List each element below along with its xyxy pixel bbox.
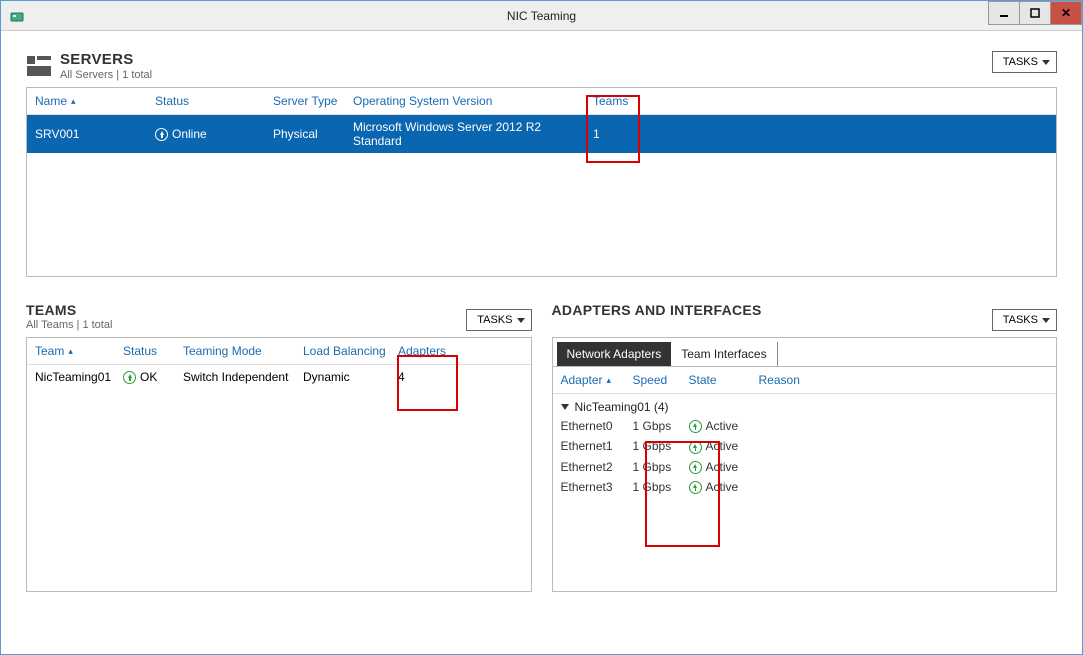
- adapter-speed: 1 Gbps: [633, 439, 689, 453]
- status-active-icon: [689, 420, 702, 433]
- server-row[interactable]: SRV001 Online Physical Microsoft Windows…: [27, 115, 1056, 153]
- adapter-row[interactable]: Ethernet11 GbpsActive: [553, 436, 1057, 456]
- teams-grid: Team Status Teaming Mode Load Balancing …: [26, 337, 532, 592]
- tab-network-adapters[interactable]: Network Adapters: [557, 342, 672, 366]
- close-button[interactable]: ✕: [1050, 1, 1082, 25]
- adapter-state: Active: [689, 419, 759, 433]
- adapter-state: Active: [689, 480, 759, 494]
- collapse-icon: [561, 404, 569, 410]
- server-name: SRV001: [35, 127, 155, 141]
- servers-col-name[interactable]: Name: [35, 94, 155, 108]
- titlebar: NIC Teaming ✕: [1, 1, 1082, 31]
- adapter-speed: 1 Gbps: [633, 419, 689, 433]
- teams-col-lb[interactable]: Load Balancing: [303, 344, 398, 358]
- status-ok-icon: [123, 371, 136, 384]
- adapter-name: Ethernet1: [561, 439, 633, 453]
- tab-team-interfaces[interactable]: Team Interfaces: [671, 342, 777, 366]
- team-status: OK: [123, 370, 183, 384]
- status-up-icon: [155, 128, 168, 141]
- app-icon: [9, 8, 25, 24]
- server-status: Online: [155, 127, 273, 141]
- teams-tasks-button[interactable]: TASKS: [466, 309, 531, 331]
- maximize-button[interactable]: [1019, 1, 1051, 25]
- ai-grid: Network Adapters Team Interfaces Adapter…: [552, 337, 1058, 592]
- team-mode: Switch Independent: [183, 370, 303, 384]
- adapter-row[interactable]: Ethernet21 GbpsActive: [553, 457, 1057, 477]
- teams-col-status[interactable]: Status: [123, 344, 183, 358]
- ai-col-reason[interactable]: Reason: [759, 373, 819, 387]
- server-type: Physical: [273, 127, 353, 141]
- window-title: NIC Teaming: [1, 9, 1082, 23]
- adapter-state: Active: [689, 460, 759, 474]
- status-active-icon: [689, 481, 702, 494]
- servers-col-status[interactable]: Status: [155, 94, 273, 108]
- server-teams: 1: [593, 127, 653, 141]
- ai-title: ADAPTERS AND INTERFACES: [552, 302, 762, 318]
- ai-tasks-button[interactable]: TASKS: [992, 309, 1057, 331]
- servers-col-os[interactable]: Operating System Version: [353, 94, 593, 108]
- team-name: NicTeaming01: [35, 370, 123, 384]
- team-adapters: 4: [398, 370, 458, 384]
- servers-subtitle: All Servers | 1 total: [60, 69, 152, 81]
- adapter-speed: 1 Gbps: [633, 480, 689, 494]
- status-active-icon: [689, 461, 702, 474]
- servers-icon: [26, 53, 52, 79]
- teams-col-adapters[interactable]: Adapters: [398, 344, 458, 358]
- adapter-speed: 1 Gbps: [633, 460, 689, 474]
- servers-col-teams[interactable]: Teams: [593, 94, 653, 108]
- team-row[interactable]: NicTeaming01 OK Switch Independent Dynam…: [27, 365, 531, 389]
- status-active-icon: [689, 441, 702, 454]
- teams-col-team[interactable]: Team: [35, 344, 123, 358]
- servers-tasks-button[interactable]: TASKS: [992, 51, 1057, 73]
- server-os: Microsoft Windows Server 2012 R2 Standar…: [353, 120, 593, 148]
- team-lb: Dynamic: [303, 370, 398, 384]
- ai-col-state[interactable]: State: [689, 373, 759, 387]
- adapter-row[interactable]: Ethernet01 GbpsActive: [553, 416, 1057, 436]
- ai-col-speed[interactable]: Speed: [633, 373, 689, 387]
- teams-col-mode[interactable]: Teaming Mode: [183, 344, 303, 358]
- servers-grid: Name Status Server Type Operating System…: [26, 87, 1057, 277]
- teams-subtitle: All Teams | 1 total: [26, 319, 112, 331]
- minimize-button[interactable]: [988, 1, 1020, 25]
- adapter-name: Ethernet3: [561, 480, 633, 494]
- adapter-group[interactable]: NicTeaming01 (4): [553, 394, 1057, 416]
- ai-col-adapter[interactable]: Adapter: [561, 373, 633, 387]
- teams-title: TEAMS: [26, 302, 112, 318]
- adapter-name: Ethernet2: [561, 460, 633, 474]
- adapter-state: Active: [689, 439, 759, 453]
- servers-col-type[interactable]: Server Type: [273, 94, 353, 108]
- servers-title: SERVERS: [60, 51, 152, 68]
- adapter-name: Ethernet0: [561, 419, 633, 433]
- adapter-row[interactable]: Ethernet31 GbpsActive: [553, 477, 1057, 497]
